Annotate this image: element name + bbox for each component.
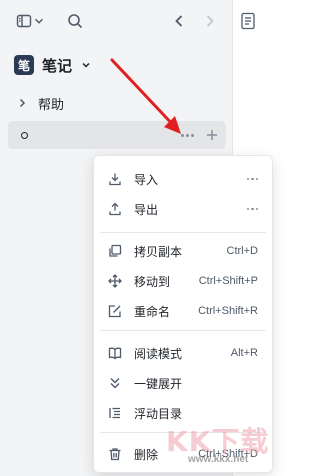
- chevron-down-icon: [82, 62, 90, 68]
- menu-item-label: 浮动目录: [134, 406, 183, 421]
- menu-item-label: 阅读模式: [134, 346, 183, 361]
- plus-icon[interactable]: [206, 129, 218, 141]
- menu-item-shortcut: Ctrl+Shift+R: [198, 305, 258, 317]
- document-icon[interactable]: [240, 12, 256, 30]
- menu-item-label: 导出: [134, 202, 159, 217]
- menu-item-shortcut: Ctrl+D: [226, 245, 258, 257]
- forward-arrow-icon[interactable]: [199, 10, 221, 32]
- move-icon: [108, 274, 122, 288]
- menu-item-move[interactable]: 移动到 Ctrl+Shift+P: [94, 266, 272, 296]
- trash-icon: [109, 448, 121, 461]
- expand-all-icon: [110, 378, 120, 389]
- export-icon: [109, 202, 121, 216]
- submenu-more-icon: [246, 177, 258, 181]
- more-icon[interactable]: [181, 133, 194, 137]
- menu-item-delete[interactable]: 删除 Ctrl+Shift+D: [94, 439, 272, 469]
- notebook-selector[interactable]: 笔 笔记: [14, 54, 92, 76]
- menu-item-shortcut: Alt+R: [230, 347, 258, 359]
- copy-icon: [109, 244, 122, 257]
- book-icon: [108, 347, 122, 360]
- menu-item-export[interactable]: 导出: [94, 194, 272, 224]
- sidebar-toolbar: [0, 0, 232, 42]
- import-icon: [109, 173, 121, 186]
- menu-item-shortcut: Ctrl+Shift+D: [198, 448, 258, 460]
- document-dot-icon: [21, 131, 28, 139]
- tree-item-label: 帮助: [38, 96, 65, 112]
- notebook-title: 笔记: [42, 57, 73, 75]
- menu-item-label: 一键展开: [134, 376, 183, 391]
- chevron-down-icon[interactable]: [32, 10, 46, 32]
- menu-item-shortcut: Ctrl+Shift+P: [198, 275, 258, 287]
- menu-item-label: 拷贝副本: [134, 244, 183, 259]
- menu-item-floating-toc[interactable]: 浮动目录: [94, 398, 272, 428]
- tree-item-actions: [181, 121, 218, 149]
- menu-divider: [100, 432, 266, 433]
- tree-item-help[interactable]: 帮助: [8, 89, 226, 117]
- back-arrow-icon[interactable]: [168, 10, 190, 32]
- menu-item-rename[interactable]: 重命名 Ctrl+Shift+R: [94, 296, 272, 326]
- chevron-right-icon[interactable]: [16, 97, 28, 109]
- context-menu: 导入 导出 拷贝副本 Ctrl+D 移动到 Ctrl+Shift+P 重命名 C…: [93, 155, 273, 473]
- menu-divider: [100, 330, 266, 331]
- search-icon[interactable]: [64, 10, 86, 32]
- menu-item-expand-all[interactable]: 一键展开: [94, 368, 272, 398]
- toc-icon: [109, 407, 120, 419]
- menu-item-label: 重命名: [134, 304, 171, 319]
- rename-icon: [108, 305, 121, 318]
- menu-item-label: 删除: [134, 447, 159, 462]
- menu-item-copy[interactable]: 拷贝副本 Ctrl+D: [94, 236, 272, 266]
- submenu-more-icon: [246, 207, 258, 211]
- menu-item-label: 移动到: [134, 274, 171, 289]
- notebook-badge: 笔: [14, 55, 34, 75]
- menu-item-label: 导入: [134, 172, 159, 187]
- tree-item-untitled[interactable]: [8, 121, 226, 149]
- menu-item-import[interactable]: 导入: [94, 164, 272, 194]
- menu-item-read-mode[interactable]: 阅读模式 Alt+R: [94, 338, 272, 368]
- menu-divider: [100, 232, 266, 233]
